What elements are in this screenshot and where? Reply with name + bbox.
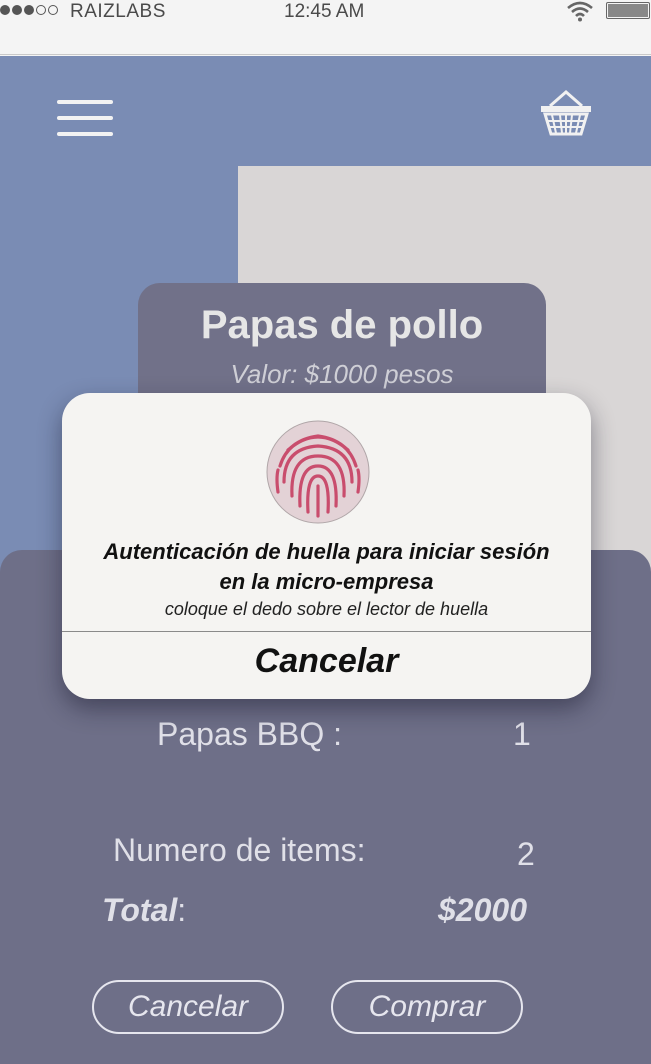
total-value: $2000 (438, 892, 527, 928)
status-time: 12:45 AM (284, 1, 365, 22)
product-title: Papas de pollo (200, 303, 484, 347)
total-label: Total: (102, 892, 186, 929)
battery-icon (606, 2, 650, 19)
wifi-icon (567, 1, 593, 22)
items-count-value: 2 (517, 836, 535, 872)
dialog-cancel-button[interactable]: Cancelar (62, 633, 591, 693)
product-price: Valor: $1000 pesos (230, 359, 454, 389)
carrier-name: RAIZLABS (70, 1, 166, 22)
dialog-title: Autenticación de huella para iniciar ses… (103, 539, 550, 594)
dialog-subtitle: coloque el dedo sobre el lector de huell… (164, 599, 489, 619)
cancel-order-button[interactable]: Cancelar (92, 980, 284, 1034)
basket-icon[interactable] (538, 88, 594, 138)
item-quantity: 1 (513, 716, 531, 752)
total-label-colon: : (177, 892, 187, 928)
status-bar: RAIZLABS 12:45 AM (0, 0, 651, 55)
fingerprint-icon (266, 420, 370, 524)
items-count-label: Numero de items: (113, 832, 366, 868)
hamburger-menu-icon[interactable] (57, 100, 113, 140)
dialog-divider (62, 631, 591, 632)
total-label-text: Total (102, 892, 178, 928)
fingerprint-auth-dialog: Autenticación de huella para iniciar ses… (62, 393, 591, 699)
buy-button[interactable]: Comprar (331, 980, 523, 1034)
item-name: Papas BBQ : (157, 716, 342, 752)
signal-dots-icon (0, 5, 58, 15)
